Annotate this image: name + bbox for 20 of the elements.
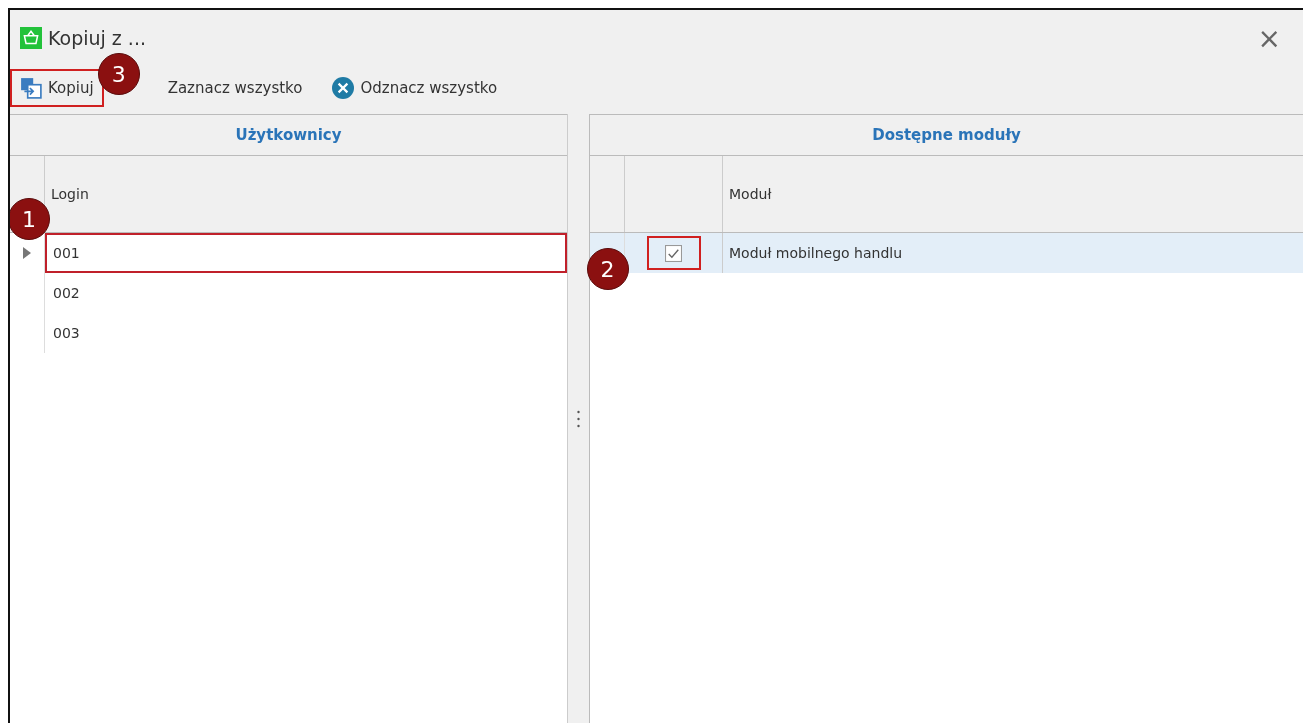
close-circle-icon (332, 77, 355, 99)
copy-icon (20, 77, 42, 99)
basket-icon (20, 27, 42, 49)
table-cell[interactable]: 003 (45, 313, 567, 353)
callout-badge: 3 (97, 53, 140, 95)
close-button[interactable]: × (1253, 21, 1285, 55)
table-cell-text: Moduł mobilnego handlu (728, 244, 904, 263)
table-cell[interactable]: 002 (45, 273, 567, 313)
panel-header: Użytkownicy (10, 115, 567, 156)
panel-header: Dostępne moduły (590, 115, 1303, 156)
toolbar-button[interactable]: Odznacz wszystko (322, 69, 508, 107)
splitter-handle-icon[interactable] (577, 409, 580, 428)
column-header: Login (50, 185, 90, 204)
callout-badge: 1 (10, 198, 50, 240)
table-cell[interactable]: 001 (45, 233, 567, 273)
callout-badge: 2 (586, 248, 629, 290)
checkbox[interactable] (665, 244, 682, 262)
toolbar-button[interactable]: Zaznacz wszystko (157, 69, 313, 107)
column-header: Moduł (728, 185, 773, 204)
window-title: Kopiuj z ... (48, 27, 146, 49)
